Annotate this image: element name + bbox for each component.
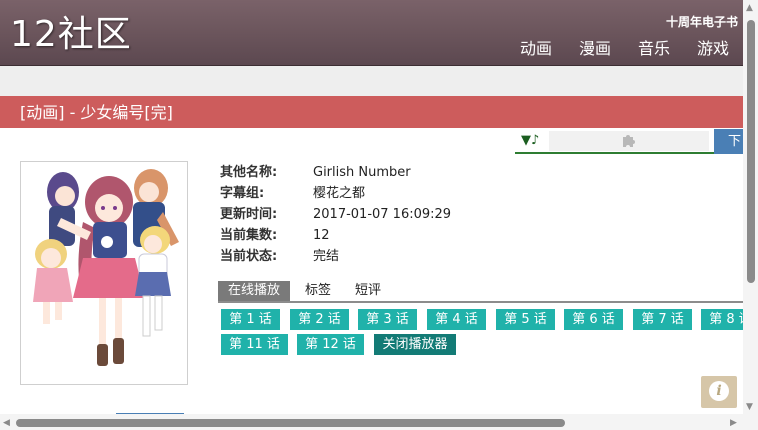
sub-navigation-bar <box>0 66 743 96</box>
nav-item-manga[interactable]: 漫画 <box>579 38 611 60</box>
plugin-placeholder[interactable] <box>549 131 709 151</box>
vertical-scroll-thumb[interactable] <box>747 20 755 283</box>
poster-illustration <box>21 162 187 384</box>
site-header: 12社区 十周年电子书 动画 漫画 音乐 游戏 <box>0 0 743 66</box>
music-note-icon[interactable]: ▼♪ <box>521 133 539 148</box>
info-label: 字幕组: <box>220 186 265 201</box>
horizontal-scroll-thumb[interactable] <box>16 419 565 427</box>
nav-item-music[interactable]: 音乐 <box>638 38 670 60</box>
scrollbar-corner <box>743 414 758 430</box>
horizontal-scrollbar[interactable]: ◀ ▶ <box>0 414 743 430</box>
main-nav: 动画 漫画 音乐 游戏 <box>520 38 729 60</box>
scroll-right-arrow-icon[interactable]: ▶ <box>730 418 737 428</box>
tab-tags[interactable]: 标签 <box>305 281 331 301</box>
anime-info-list: 其他名称: Girlish Number 字幕组: 樱花之都 更新时间: 201… <box>220 162 451 267</box>
content-tabs: 在线播放 标签 短评 <box>218 281 743 303</box>
nav-item-anime[interactable]: 动画 <box>520 38 552 60</box>
info-value: 2017-01-07 16:09:29 <box>313 207 452 222</box>
info-row-episode-count: 当前集数: 12 <box>220 225 451 246</box>
info-row-updated: 更新时间: 2017-01-07 16:09:29 <box>220 204 451 225</box>
info-label: 更新时间: <box>220 207 278 222</box>
info-value: 12 <box>313 228 330 243</box>
scroll-up-arrow-icon[interactable]: ▲ <box>746 3 753 13</box>
episode-button-6[interactable]: 第 6 话 <box>564 309 623 330</box>
scroll-left-arrow-icon[interactable]: ◀ <box>3 418 10 428</box>
scroll-down-arrow-icon[interactable]: ▼ <box>746 402 753 412</box>
info-value: 樱花之都 <box>313 186 366 201</box>
info-row-status: 当前状态: 完结 <box>220 246 451 267</box>
episode-button-5[interactable]: 第 5 话 <box>496 309 555 330</box>
episode-button-4[interactable]: 第 4 话 <box>427 309 486 330</box>
info-value: Girlish Number <box>313 165 411 180</box>
site-logo[interactable]: 12社区 <box>10 14 132 56</box>
anniversary-ebook-link[interactable]: 十周年电子书 <box>666 13 738 30</box>
info-value: 完结 <box>313 249 340 264</box>
info-label: 其他名称: <box>220 165 278 180</box>
page-viewport: 12社区 十周年电子书 动画 漫画 音乐 游戏 [动画] - 少女编号[完] ▼… <box>0 0 743 414</box>
info-label: 当前集数: <box>220 228 278 243</box>
info-label: 当前状态: <box>220 249 278 264</box>
episode-button-8[interactable]: 第 8 话 <box>701 309 743 330</box>
episode-button-1[interactable]: 第 1 话 <box>221 309 280 330</box>
info-row-subtitle-group: 字幕组: 樱花之都 <box>220 183 451 204</box>
tab-short-reviews[interactable]: 短评 <box>355 281 381 301</box>
close-player-button[interactable]: 关闭播放器 <box>374 334 456 355</box>
info-icon: i <box>709 381 729 401</box>
episode-button-11[interactable]: 第 11 话 <box>221 334 288 355</box>
nav-item-games[interactable]: 游戏 <box>697 38 729 60</box>
vertical-scrollbar[interactable]: ▲ ▼ <box>743 0 758 414</box>
info-row-alias: 其他名称: Girlish Number <box>220 162 451 183</box>
page-title: [动画] - 少女编号[完] <box>0 96 743 128</box>
tab-online-play[interactable]: 在线播放 <box>218 281 291 301</box>
info-button[interactable]: i <box>701 376 737 408</box>
episode-button-3[interactable]: 第 3 话 <box>358 309 417 330</box>
episode-button-2[interactable]: 第 2 话 <box>290 309 349 330</box>
episode-button-12[interactable]: 第 12 话 <box>297 334 364 355</box>
puzzle-piece-icon <box>623 135 635 147</box>
anime-poster-image <box>20 161 188 385</box>
episode-button-7[interactable]: 第 7 话 <box>633 309 692 330</box>
download-button[interactable]: 下 <box>714 129 743 154</box>
music-player-bar: ▼♪ 下 <box>515 129 743 154</box>
